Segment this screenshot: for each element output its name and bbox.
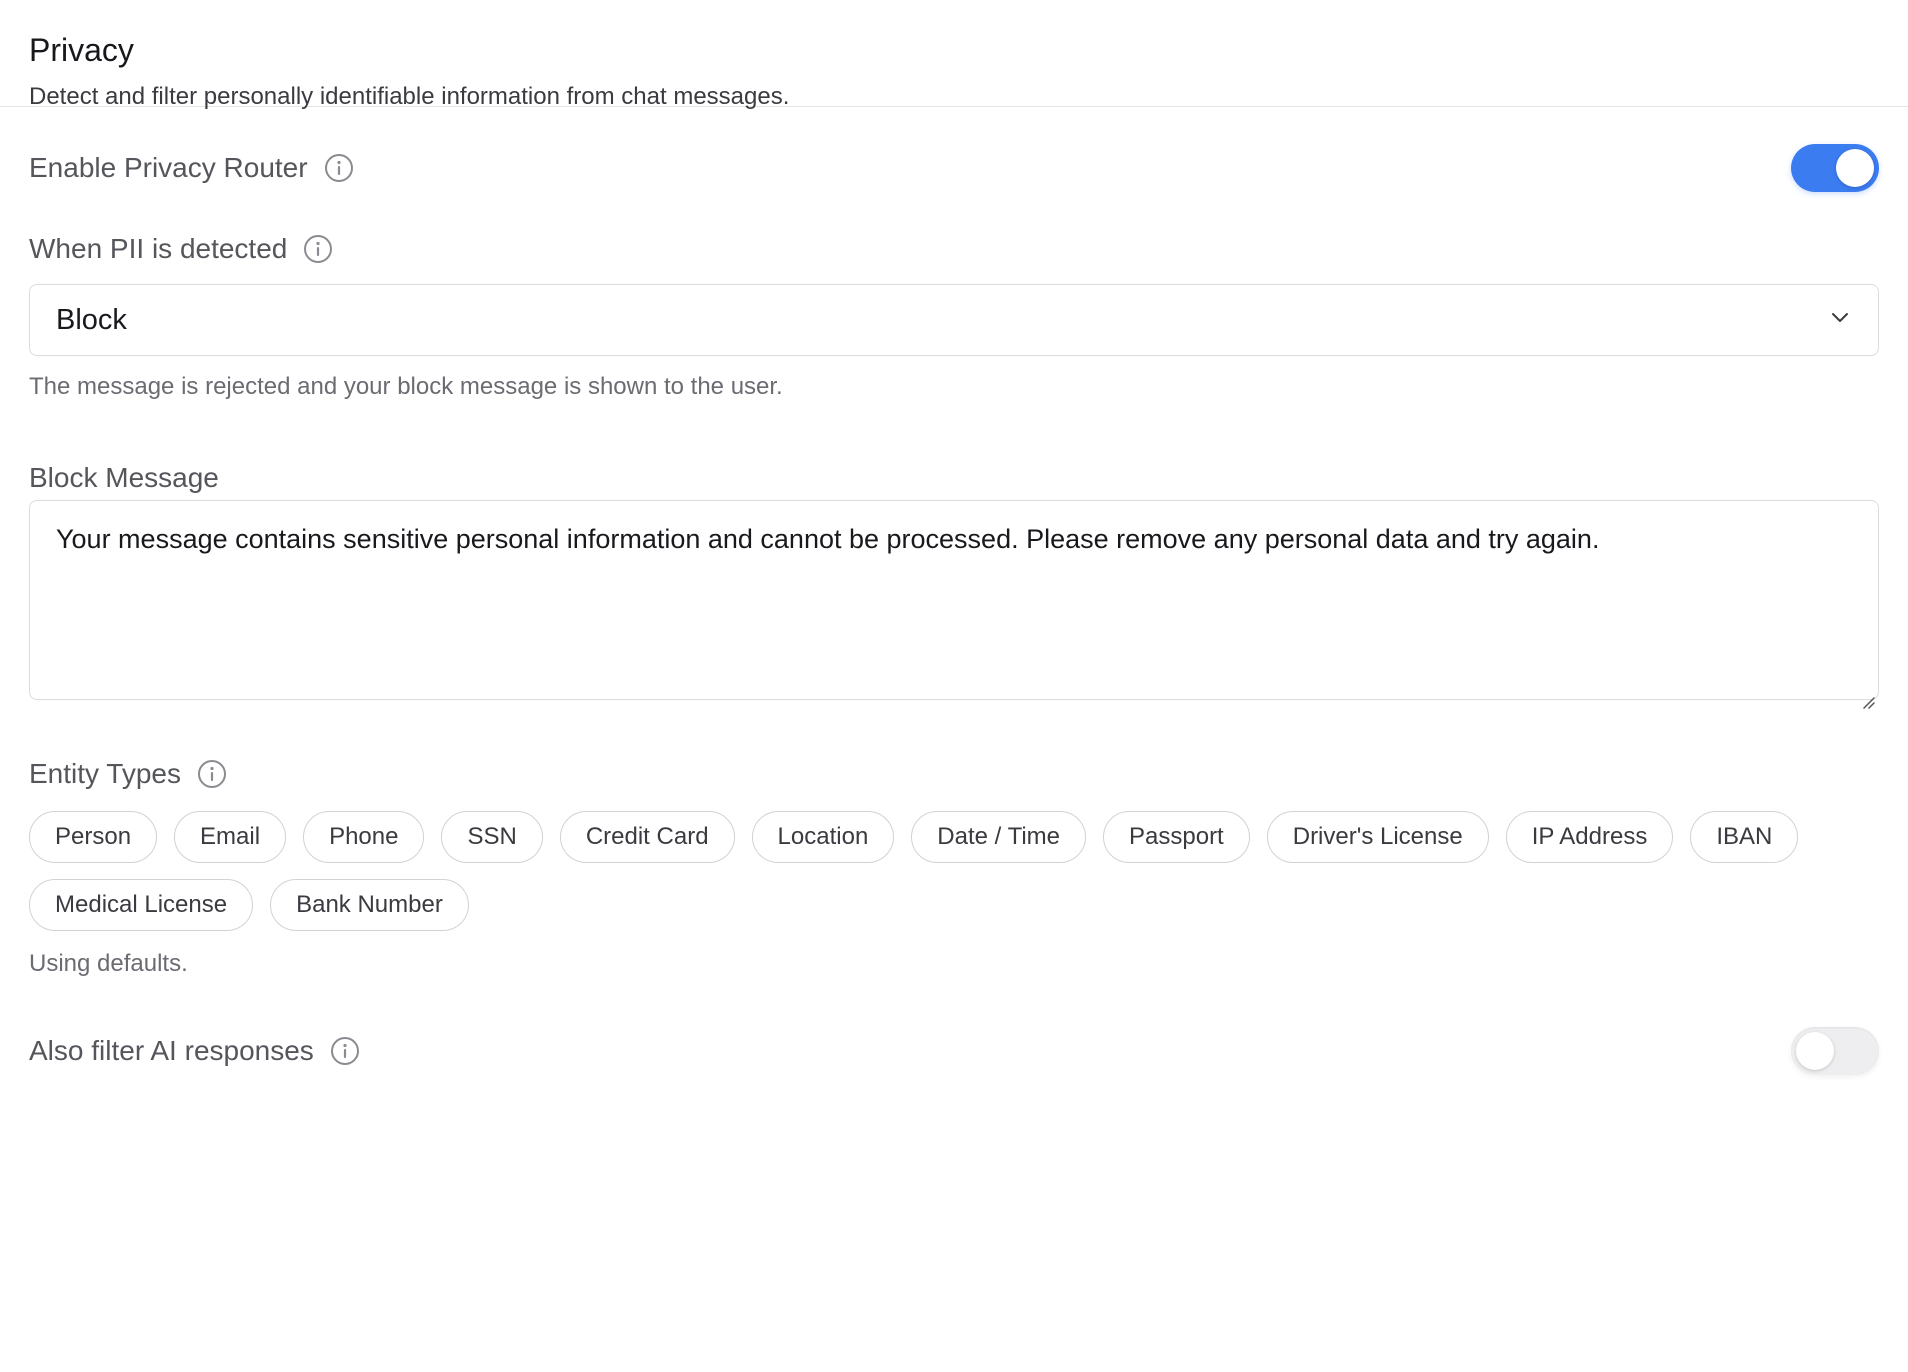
filter-ai-row: Also filter AI responses — [29, 1019, 1879, 1083]
filter-ai-toggle[interactable] — [1791, 1027, 1879, 1075]
privacy-settings: Enable Privacy Router When PII is detect… — [0, 136, 1908, 1083]
pii-action-select[interactable]: Block — [29, 284, 1879, 356]
filter-ai-label-group: Also filter AI responses — [29, 1034, 360, 1068]
privacy-router-label-group: Enable Privacy Router — [29, 151, 354, 185]
info-icon[interactable] — [324, 153, 354, 183]
privacy-router-label: Enable Privacy Router — [29, 152, 308, 183]
entity-chip-iban[interactable]: IBAN — [1690, 811, 1799, 863]
entity-chip-email[interactable]: Email — [174, 811, 287, 863]
entity-chip-location[interactable]: Location — [751, 811, 895, 863]
info-icon[interactable] — [330, 1036, 360, 1066]
entity-type-chips: Person Email Phone SSN Credit Card Locat… — [29, 811, 1849, 931]
toggle-knob — [1796, 1032, 1834, 1070]
pii-action-label-row: When PII is detected — [29, 229, 1879, 269]
entity-types-label-group: Entity Types — [29, 757, 227, 791]
entity-chip-date-time[interactable]: Date / Time — [911, 811, 1087, 863]
chevron-down-icon — [1828, 304, 1852, 337]
resize-grip-icon[interactable] — [1861, 682, 1875, 709]
entity-types-helper-text: Using defaults. — [29, 950, 188, 977]
privacy-router-toggle[interactable] — [1791, 144, 1879, 192]
info-icon[interactable] — [303, 234, 333, 264]
page-title: Privacy — [29, 32, 134, 68]
block-message-textarea[interactable]: Your message contains sensitive personal… — [29, 500, 1879, 709]
entity-chip-drivers-license[interactable]: Driver's License — [1266, 811, 1489, 863]
page-header: Privacy Detect and filter personally ide… — [0, 0, 1908, 110]
entity-chip-medical-license[interactable]: Medical License — [29, 879, 254, 931]
toggle-knob — [1836, 149, 1874, 187]
entity-types-label-row: Entity Types — [29, 754, 1879, 794]
entity-chip-ip-address[interactable]: IP Address — [1505, 811, 1674, 863]
filter-ai-label: Also filter AI responses — [29, 1035, 314, 1066]
pii-action-helper-text: The message is rejected and your block m… — [29, 373, 783, 400]
entity-chip-credit-card[interactable]: Credit Card — [559, 811, 735, 863]
info-icon[interactable] — [197, 759, 227, 789]
block-message-label: Block Message — [29, 462, 219, 493]
entity-chip-person[interactable]: Person — [29, 811, 158, 863]
entity-chip-passport[interactable]: Passport — [1103, 811, 1250, 863]
pii-action-label: When PII is detected — [29, 233, 288, 264]
block-message-value: Your message contains sensitive personal… — [56, 524, 1600, 554]
privacy-router-row: Enable Privacy Router — [29, 136, 1879, 200]
entity-chip-phone[interactable]: Phone — [303, 811, 425, 863]
entity-types-label: Entity Types — [29, 758, 182, 789]
entity-chip-bank-number[interactable]: Bank Number — [270, 879, 469, 931]
pii-action-label-group: When PII is detected — [29, 232, 333, 266]
pii-action-selected-value: Block — [56, 303, 127, 336]
page-description: Detect and filter personally identifiabl… — [29, 83, 790, 110]
entity-chip-ssn[interactable]: SSN — [441, 811, 543, 863]
